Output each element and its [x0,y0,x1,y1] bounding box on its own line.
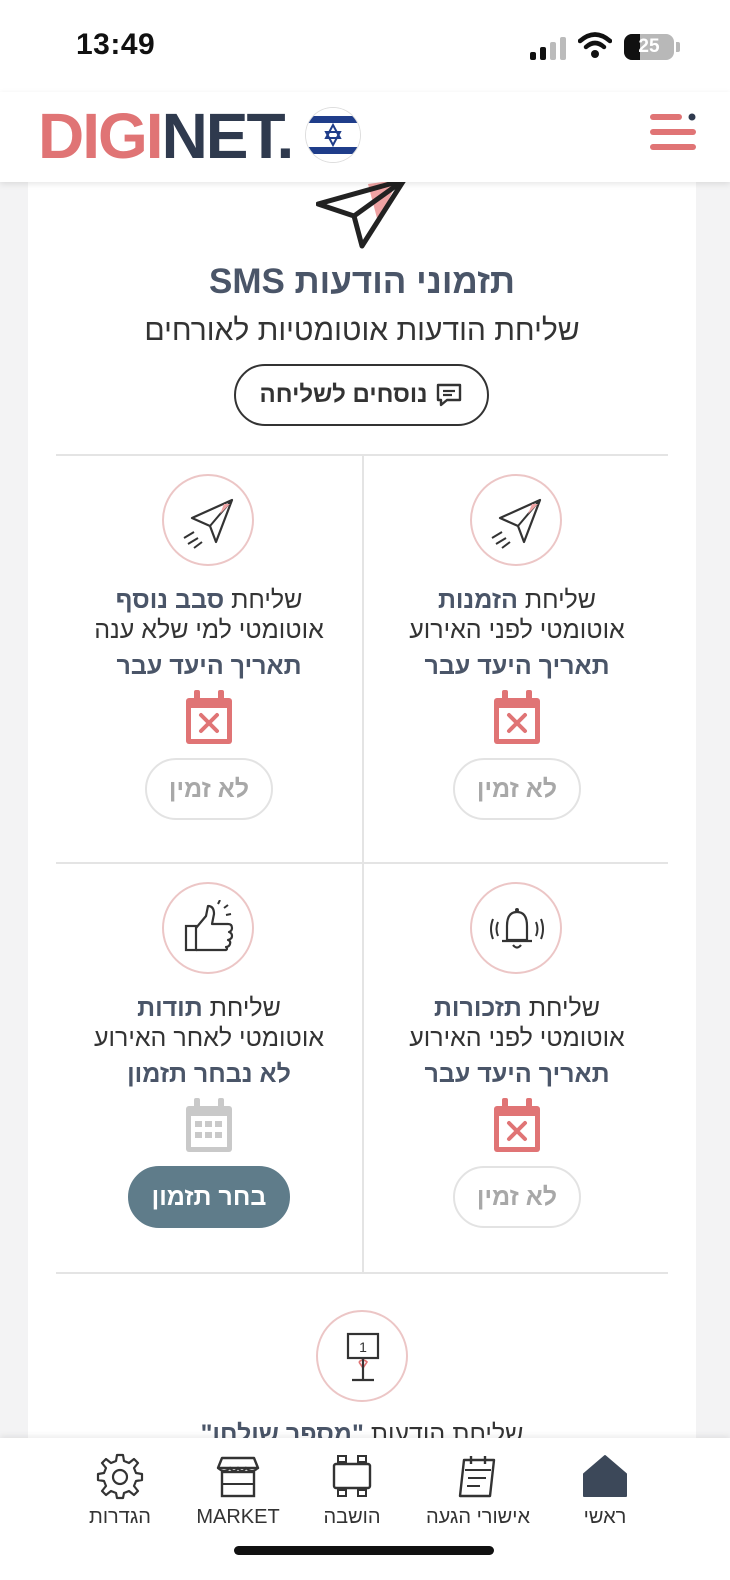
battery-level: 25 [638,36,660,57]
thumbs-up-icon [162,882,254,974]
gear-icon [96,1453,144,1500]
unavailable-button[interactable]: לא זמין [145,758,273,820]
home-indicator[interactable] [234,1546,494,1555]
cell-heading: שליחת הזמנות [437,586,597,614]
message-icon [437,383,462,407]
cell-heading: שליחת סבב נוסף [115,586,303,614]
nav-rsvp[interactable]: אישורי הגעה [418,1452,538,1529]
divider [56,1272,668,1274]
cell-description: אוטומטי למי שלא ענה [94,616,324,644]
bottom-navigation: ראשי אישורי הגעה הושבה MARKET הגדרות [0,1438,730,1580]
calendar-grid-icon [186,1098,232,1152]
cell-description: אוטומטי לאחר האירוע [93,1024,325,1052]
nav-label: ראשי [583,1506,627,1528]
battery-icon: 25 [624,34,674,60]
status-time: 13:49 [76,28,156,61]
cell-status: תאריך היעד עבר [116,652,302,680]
sms-title: תזמוני הודעות SMS [208,262,516,301]
nav-label: אישורי הגעה [425,1506,531,1528]
unavailable-button[interactable]: לא זמין [453,1166,581,1228]
cell-heading: שליחת תזכורות [433,994,600,1022]
schedule-cell-additional-round: שליחת סבב נוסף אוטומטי למי שלא ענה תאריך… [56,456,362,862]
logo-part-net: NET. [161,100,295,172]
israel-flag-icon [306,108,360,162]
schedule-cell-invitations: שליחת הזמנות אוטומטי לפני האירוע תאריך ה… [364,456,670,862]
paper-plane-icon [316,182,406,249]
wifi-icon [578,32,612,58]
app-header: DIGINET. [0,92,730,182]
cell-status: תאריך היעד עבר [424,1060,610,1088]
cellular-signal-icon [530,36,568,60]
cell-description: אוטומטי לפני האירוע [409,1024,625,1052]
cell-heading: שליחת תודות [137,994,281,1022]
store-icon [216,1456,260,1498]
bell-icon [470,882,562,974]
clipboard-check-icon [458,1456,496,1498]
nav-market[interactable]: MARKET [178,1452,298,1529]
nav-home[interactable]: ראשי [545,1452,665,1529]
nav-label: הגדרות [89,1506,151,1528]
templates-button-label: נוסחים לשליחה [259,381,428,408]
hamburger-menu-icon[interactable] [650,110,700,154]
nav-seating[interactable]: הושבה [292,1452,412,1529]
cell-description: אוטומטי לפני האירוע [409,616,625,644]
schedule-cell-thanks: שליחת תודות אוטומטי לאחר האירוע לא נבחר … [56,864,362,1272]
calendar-x-icon [186,690,232,744]
nav-settings[interactable]: הגדרות [60,1452,180,1529]
paper-plane-icon [162,474,254,566]
table-seating-icon [332,1455,372,1497]
table-number-icon: 1 [316,1310,408,1402]
schedule-cell-reminders: שליחת תזכורות אוטומטי לפני האירוע תאריך … [364,864,670,1272]
nav-label: הושבה [323,1506,381,1528]
calendar-x-icon [494,690,540,744]
logo-part-digi: DIGI [38,100,164,172]
home-icon [583,1455,627,1497]
svg-text:1: 1 [359,1339,367,1355]
calendar-x-icon [494,1098,540,1152]
cell-status: תאריך היעד עבר [424,652,610,680]
cell-status: לא נבחר תזמון [127,1060,291,1088]
nav-label: MARKET [196,1506,280,1528]
templates-button[interactable]: נוסחים לשליחה [234,364,489,426]
paper-plane-icon [470,474,562,566]
sms-subtitle: שליחת הודעות אוטומטיות לאורחים [144,314,580,347]
diginet-logo[interactable]: DIGINET. [38,96,295,176]
unavailable-button[interactable]: לא זמין [453,758,581,820]
status-bar: 13:49 25 [0,0,730,92]
choose-schedule-button[interactable]: בחר תזמון [128,1166,290,1228]
